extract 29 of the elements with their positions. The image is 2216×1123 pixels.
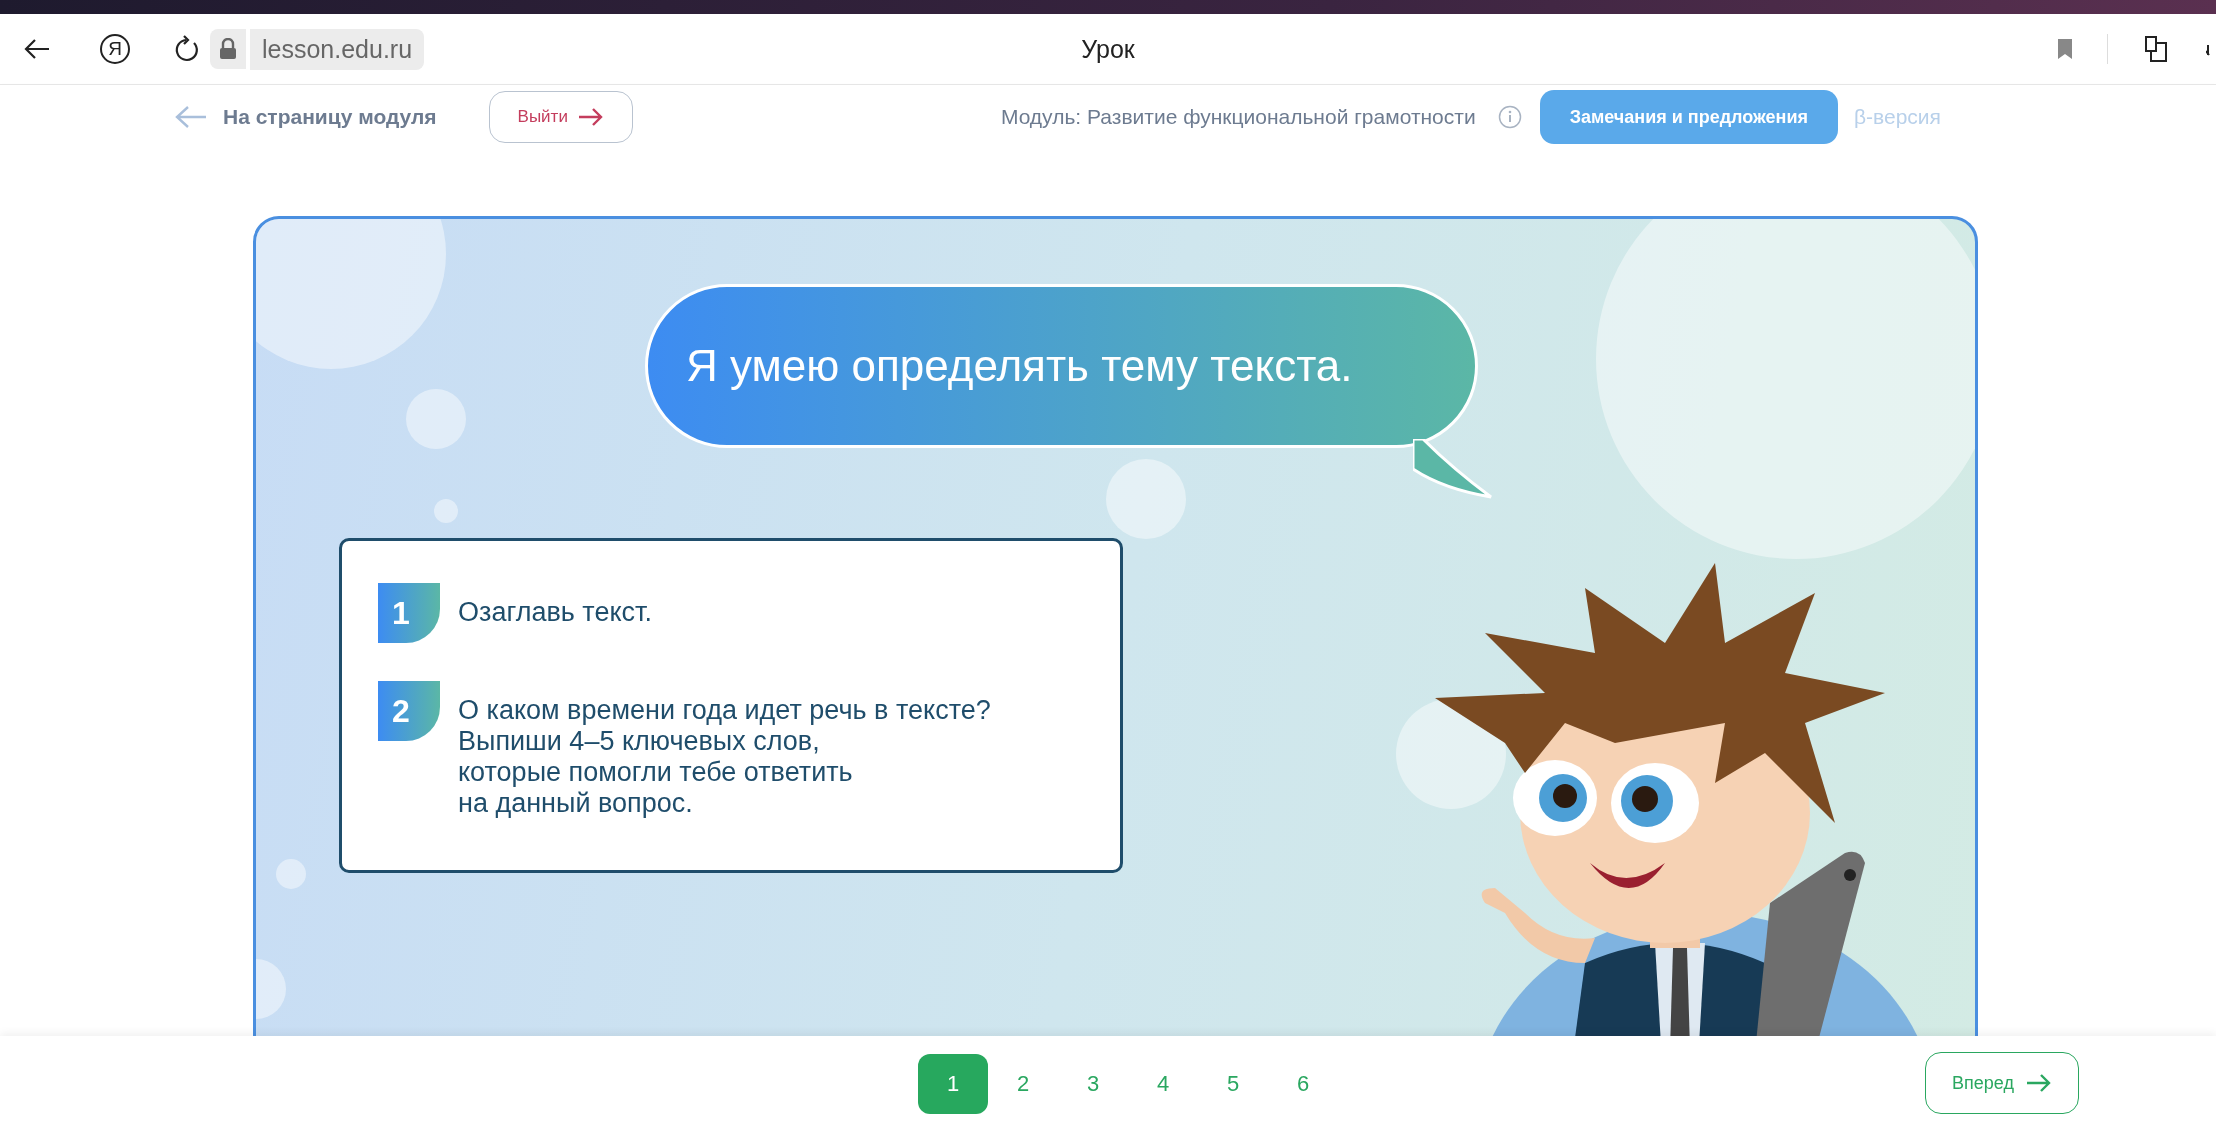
speech-bubble: Я умею определять тему текста. <box>645 284 1478 448</box>
page-button[interactable]: 6 <box>1268 1054 1338 1114</box>
page-button[interactable]: 5 <box>1198 1054 1268 1114</box>
task-text: О каком времени года идет речь в тексте? Выпиши 4–5 ключевых слов, которые помогли тебе ответить на данный вопрос. <box>458 695 991 819</box>
exit-button[interactable]: Выйти <box>488 91 633 143</box>
bookmark-icon[interactable] <box>2057 38 2073 60</box>
lock-icon <box>210 29 246 69</box>
back-to-module-link[interactable]: На страницу модуля <box>175 105 437 129</box>
back-arrow-icon[interactable] <box>24 38 50 60</box>
decor-circle <box>434 499 458 523</box>
right-arrow-icon <box>577 107 604 127</box>
left-arrow-icon <box>175 105 207 129</box>
decor-circle <box>276 859 306 889</box>
browser-logo[interactable]: Я <box>100 34 130 64</box>
page-button[interactable]: 3 <box>1058 1054 1128 1114</box>
reload-icon[interactable] <box>174 35 200 63</box>
step-number: 2 <box>378 681 440 741</box>
task-text: Озаглавь текст. <box>458 597 652 628</box>
page-button[interactable]: 1 <box>918 1054 988 1114</box>
address-field[interactable]: lesson.edu.ru <box>250 28 425 70</box>
page-button[interactable]: 2 <box>988 1054 1058 1114</box>
module-name: Модуль: Развитие функциональной грамотности <box>1000 105 1476 129</box>
step-number: 1 <box>378 583 440 643</box>
beta-label: β-версия <box>1854 105 1941 129</box>
page-button[interactable]: 4 <box>1128 1054 1198 1114</box>
next-button[interactable]: Вперед <box>1925 1052 2079 1114</box>
feedback-button[interactable]: Замечания и предложения <box>1539 90 1838 144</box>
right-arrow-icon <box>2025 1073 2052 1093</box>
page-title: Урок <box>1081 34 1135 63</box>
